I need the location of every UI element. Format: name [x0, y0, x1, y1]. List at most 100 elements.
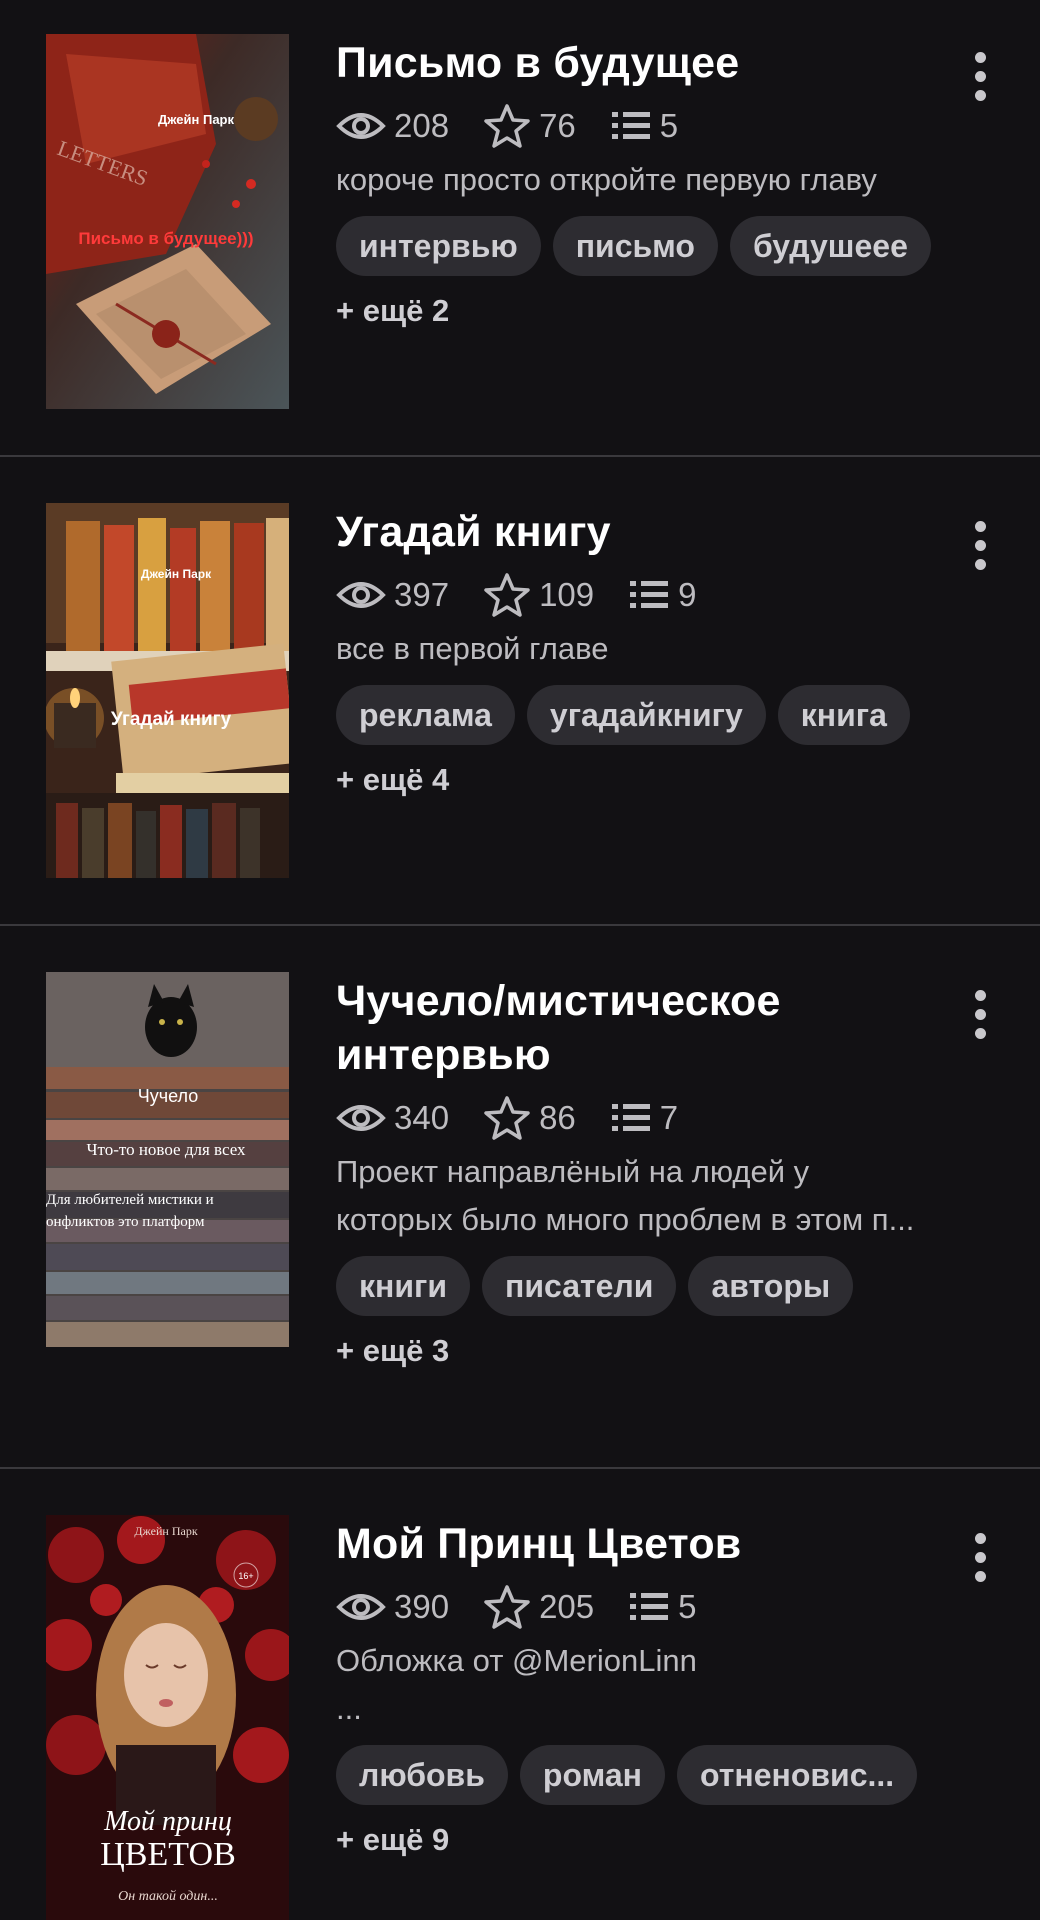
story-stats: 397 109 9	[336, 565, 996, 625]
tag-chip[interactable]: писатели	[482, 1256, 677, 1316]
cover-author: Джейн Парк	[158, 112, 235, 127]
chapters-stat: 5	[610, 107, 678, 145]
story-title[interactable]: Угадай книгу	[336, 505, 996, 559]
cover-text-line: Для любителей мистики и	[46, 1192, 214, 1208]
story-info: Мой Принц Цветов 390 205 5 Обложка от @M…	[336, 1517, 996, 1865]
chapters-count: 7	[659, 1099, 679, 1136]
story-description: которых было много проблем в этом п...	[336, 1202, 915, 1237]
more-tags-link[interactable]: + ещё 3	[336, 1326, 996, 1376]
more-tags-link[interactable]: + ещё 4	[336, 755, 996, 805]
more-options-button[interactable]	[956, 1527, 1004, 1587]
tag-chip[interactable]: будушеее	[729, 216, 931, 276]
cover-image-flowers: 16+ Джейн Парк Мой принц ЦВЕТОВ Он такой…	[46, 1515, 289, 1920]
views-count: 390	[394, 1588, 450, 1625]
list-icon	[630, 581, 669, 608]
kebab-icon	[974, 989, 986, 1001]
cover-text-line: Чучело	[138, 1086, 199, 1106]
more-options-button[interactable]	[956, 46, 1004, 106]
tag-chip[interactable]: угадайкнигу	[526, 685, 766, 745]
chapters-count: 5	[678, 1588, 697, 1625]
tag-chip[interactable]: любовь	[336, 1745, 508, 1805]
stars-count: 86	[539, 1099, 576, 1136]
eye-icon	[336, 582, 386, 608]
stars-stat: 76	[483, 103, 576, 149]
cover-image-cat-books: Чучело Что-то новое для всех Для любител…	[46, 972, 289, 1347]
tag-list: книги писатели авторы	[336, 1256, 996, 1316]
story-cover[interactable]: 16+ Джейн Парк Мой принц ЦВЕТОВ Он такой…	[46, 1515, 289, 1920]
list-icon	[630, 1593, 669, 1620]
chapters-count: 9	[678, 576, 697, 613]
kebab-icon-dot	[974, 1027, 986, 1039]
story-cover[interactable]: Джейн Парк LETTERS Письмо в будущее)))	[46, 34, 289, 409]
cover-title-text: Угадай книгу	[111, 709, 232, 730]
cover-script-text: Мой принц	[103, 1806, 232, 1837]
more-options-button[interactable]	[956, 515, 1004, 575]
story-title[interactable]: Мой Принц Цветов	[336, 1517, 996, 1571]
stars-count: 205	[539, 1588, 595, 1625]
tag-chip[interactable]: отненовис...	[676, 1745, 918, 1805]
story-description: Проект направлёный на людей у	[336, 1154, 810, 1189]
stars-stat: 109	[483, 572, 594, 618]
stars-count: 109	[539, 576, 595, 613]
cover-title-text: Письмо в будущее)))	[78, 229, 253, 248]
stars-count: 76	[539, 107, 576, 144]
list-icon	[611, 112, 650, 139]
story-title[interactable]: Чучело/мистическое интервью	[336, 974, 996, 1082]
cover-image-books: Джейн Парк Угадай книгу	[46, 503, 289, 878]
tag-list: интервью письмо будушеее	[336, 216, 996, 276]
more-options-button[interactable]	[956, 984, 1004, 1044]
tag-chip[interactable]: реклама	[336, 685, 515, 745]
story-cover[interactable]: Джейн Парк Угадай книгу	[46, 503, 289, 878]
tag-chip[interactable]: авторы	[688, 1256, 854, 1316]
chapters-stat: 7	[610, 1099, 678, 1137]
story-description: короче просто откройте первую главу	[336, 162, 877, 197]
story-stats: 208 76 5	[336, 96, 996, 156]
story-card[interactable]: 16+ Джейн Парк Мой принц ЦВЕТОВ Он такой…	[0, 1469, 1040, 1920]
tag-chip[interactable]: роман	[519, 1745, 665, 1805]
cover-image-letters: Джейн Парк LETTERS Письмо в будущее)))	[46, 34, 289, 409]
story-card[interactable]: Чучело Что-то новое для всех Для любител…	[0, 926, 1040, 1468]
kebab-icon-dot	[974, 70, 986, 82]
kebab-icon-dot	[974, 89, 986, 101]
cover-sub-text: Он такой один...	[118, 1889, 218, 1904]
kebab-icon-dot	[974, 1008, 986, 1020]
story-title[interactable]: Письмо в будущее	[336, 36, 996, 90]
star-icon	[484, 1585, 530, 1629]
views-stat: 208	[336, 107, 449, 145]
star-icon	[484, 573, 530, 617]
story-card[interactable]: Джейн Парк Угадай книгу Угадай книгу 397…	[0, 457, 1040, 925]
story-stats: 340 86 7	[336, 1088, 996, 1148]
chapters-stat: 5	[628, 1588, 696, 1626]
more-tags-link[interactable]: + ещё 2	[336, 286, 996, 336]
story-info: Угадай книгу 397 109 9 все в первой глав…	[336, 505, 996, 805]
tag-chip[interactable]: книга	[777, 685, 910, 745]
tag-chip[interactable]: письмо	[552, 216, 718, 276]
views-count: 208	[394, 107, 450, 144]
kebab-icon-dot	[974, 1551, 986, 1563]
cover-age-badge: 16+	[238, 1571, 253, 1581]
views-count: 340	[394, 1099, 450, 1136]
story-info: Чучело/мистическое интервью 340 86 7 Про…	[336, 974, 996, 1376]
chapters-count: 5	[659, 107, 679, 144]
story-list: Джейн Парк LETTERS Письмо в будущее))) П…	[0, 0, 1040, 1920]
eye-icon	[336, 1105, 386, 1131]
star-icon	[484, 1096, 530, 1140]
stars-stat: 205	[483, 1584, 594, 1630]
views-stat: 397	[336, 576, 449, 614]
story-card[interactable]: Джейн Парк LETTERS Письмо в будущее))) П…	[0, 0, 1040, 456]
tag-chip[interactable]: интервью	[336, 216, 541, 276]
story-info: Письмо в будущее 208 76 5 короче просто …	[336, 36, 996, 336]
more-tags-link[interactable]: + ещё 9	[336, 1815, 996, 1865]
story-title-line: Чучело/мистическое	[336, 977, 781, 1025]
eye-icon	[336, 113, 386, 139]
story-stats: 390 205 5	[336, 1577, 996, 1637]
cover-text-line: Что-то новое для всех	[86, 1140, 246, 1159]
tag-list: реклама угадайкнигу книга	[336, 685, 996, 745]
cover-big-text: ЦВЕТОВ	[100, 1836, 236, 1873]
kebab-icon-dot	[974, 539, 986, 551]
kebab-icon	[974, 51, 986, 63]
tag-list: любовь роман отненовис...	[336, 1745, 996, 1805]
story-cover[interactable]: Чучело Что-то новое для всех Для любител…	[46, 972, 289, 1347]
tag-chip[interactable]: книги	[336, 1256, 471, 1316]
views-stat: 390	[336, 1588, 449, 1626]
